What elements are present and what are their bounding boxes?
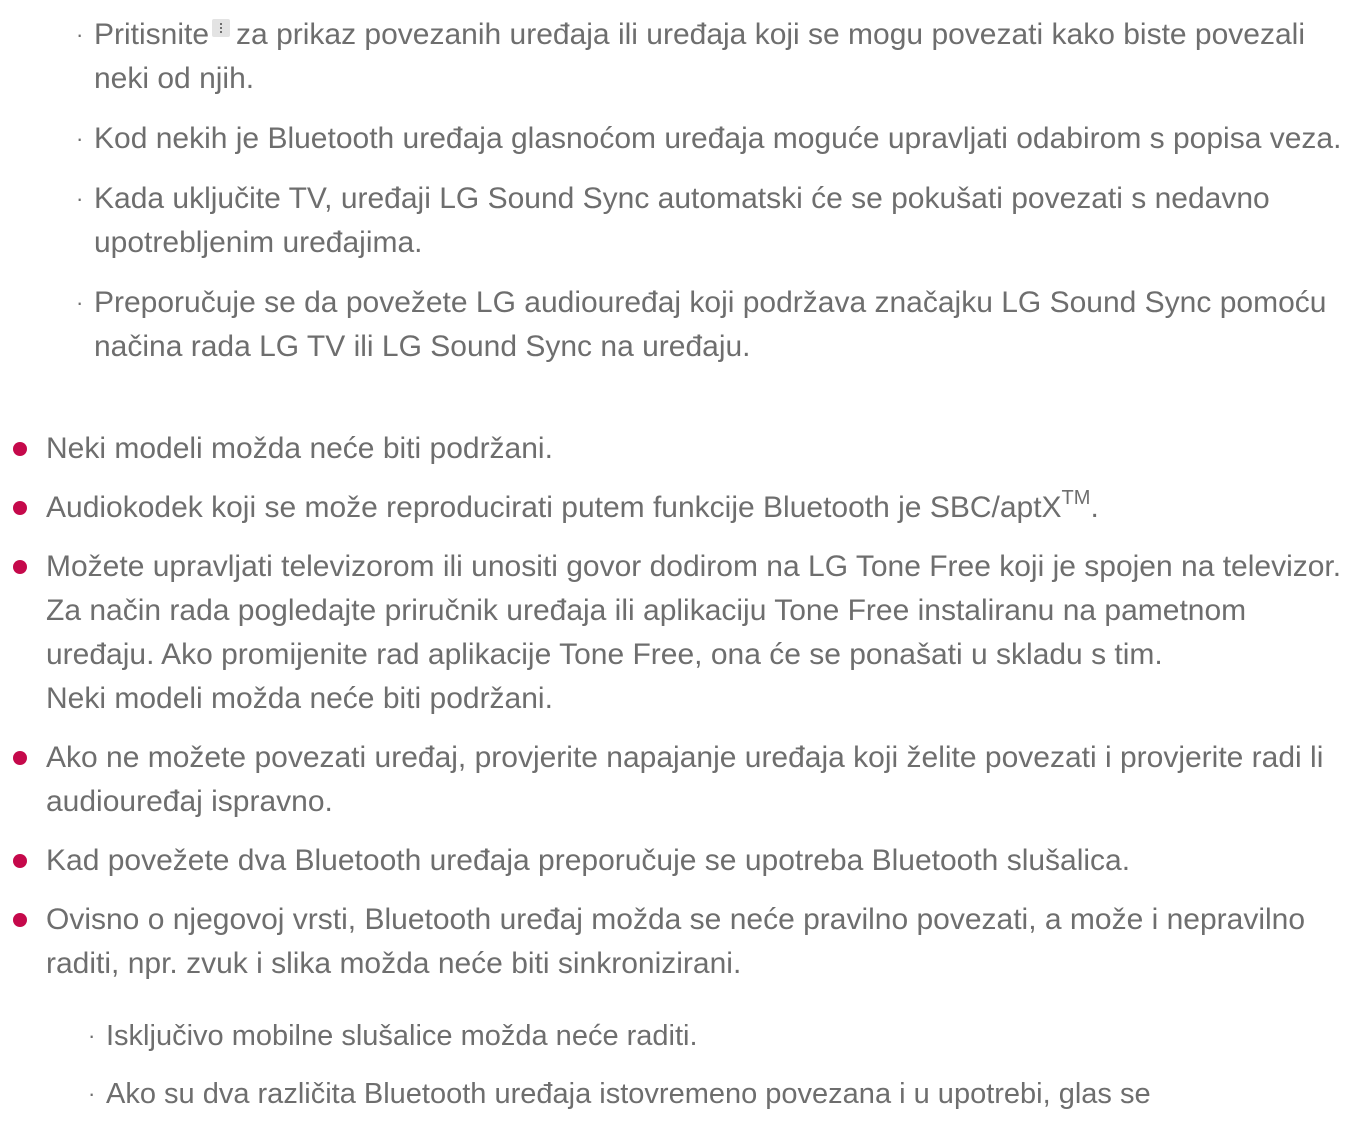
sub-item-text: Kod nekih je Bluetooth uređaja glasnoćom… [94,122,1342,155]
note-text-continued: Neki modeli možda neće biti podržani. [46,682,553,715]
bullet-dot [13,501,27,515]
sub-item-text: Isključivo mobilne slušalice možda neće … [106,1020,698,1052]
bullet-dot [13,913,27,927]
note-item: Kad povežete dva Bluetooth uređaja prepo… [13,839,1346,883]
sub-list-item: · Ako su dva različita Bluetooth uređaja… [88,1072,1356,1116]
main-note-list: Neki modeli možda neće biti podržani. Au… [13,427,1346,1001]
sub-item-text-after-icon: za prikaz povezanih uređaja ili uređaja … [94,18,1305,95]
sub-item-text: Preporučuje se da povežete LG audiouređa… [94,286,1327,363]
note-text-end: . [1090,491,1099,524]
trademark-superscript: TM [1061,487,1091,509]
sub-list-item: · Kod nekih je Bluetooth uređaja glasnoć… [76,117,1356,161]
middle-dot-bullet: · [88,1023,96,1048]
middle-dot-bullet: · [88,1081,96,1106]
sub-list-bottom: · Isključivo mobilne slušalice možda neć… [88,1014,1356,1130]
middle-dot-bullet: · [76,22,84,47]
sub-item-text: Ako su dva različita Bluetooth uređaja i… [106,1078,1151,1110]
sub-list-item: · Preporučuje se da povežete LG audioure… [76,281,1356,369]
note-text: Kad povežete dva Bluetooth uređaja prepo… [46,844,1131,877]
note-item: Neki modeli možda neće biti podržani. [13,427,1346,471]
note-text: Možete upravljati televizorom ili unosit… [46,550,1342,583]
more-vertical-icon [212,19,231,37]
note-item: Možete upravljati televizorom ili unosit… [13,545,1346,721]
bullet-dot [13,442,27,456]
sub-list-top: · Pritisnite za prikaz povezanih uređaja … [76,13,1356,385]
middle-dot-bullet: · [76,186,84,211]
sub-list-item: · Isključivo mobilne slušalice možda neć… [88,1014,1356,1058]
bullet-dot [13,854,27,868]
note-text: Neki modeli možda neće biti podržani. [46,432,553,465]
bullet-dot [13,560,27,574]
middle-dot-bullet: · [76,126,84,151]
note-text: Ovisno o njegovoj vrsti, Bluetooth uređa… [46,903,1306,980]
note-item: Ovisno o njegovoj vrsti, Bluetooth uređa… [13,898,1346,986]
sub-item-text: Kada uključite TV, uređaji LG Sound Sync… [94,182,1270,259]
sub-item-text-before-icon: Pritisnite [94,18,210,51]
note-text: Audiokodek koji se može reproducirati pu… [46,491,1062,524]
note-item: Audiokodek koji se može reproducirati pu… [13,486,1346,530]
middle-dot-bullet: · [76,290,84,315]
sub-list-item: · Pritisnite za prikaz povezanih uređaja … [76,13,1356,101]
manual-page: · Pritisnite za prikaz povezanih uređaja … [0,0,1364,1118]
note-item: Ako ne možete povezati uređaj, provjerit… [13,736,1346,824]
note-text-continued: Za način rada pogledajte priručnik uređa… [46,594,1247,671]
bullet-dot [13,751,27,765]
note-text: Ako ne možete povezati uređaj, provjerit… [46,741,1324,818]
sub-list-item: · Kada uključite TV, uređaji LG Sound Sy… [76,177,1356,265]
